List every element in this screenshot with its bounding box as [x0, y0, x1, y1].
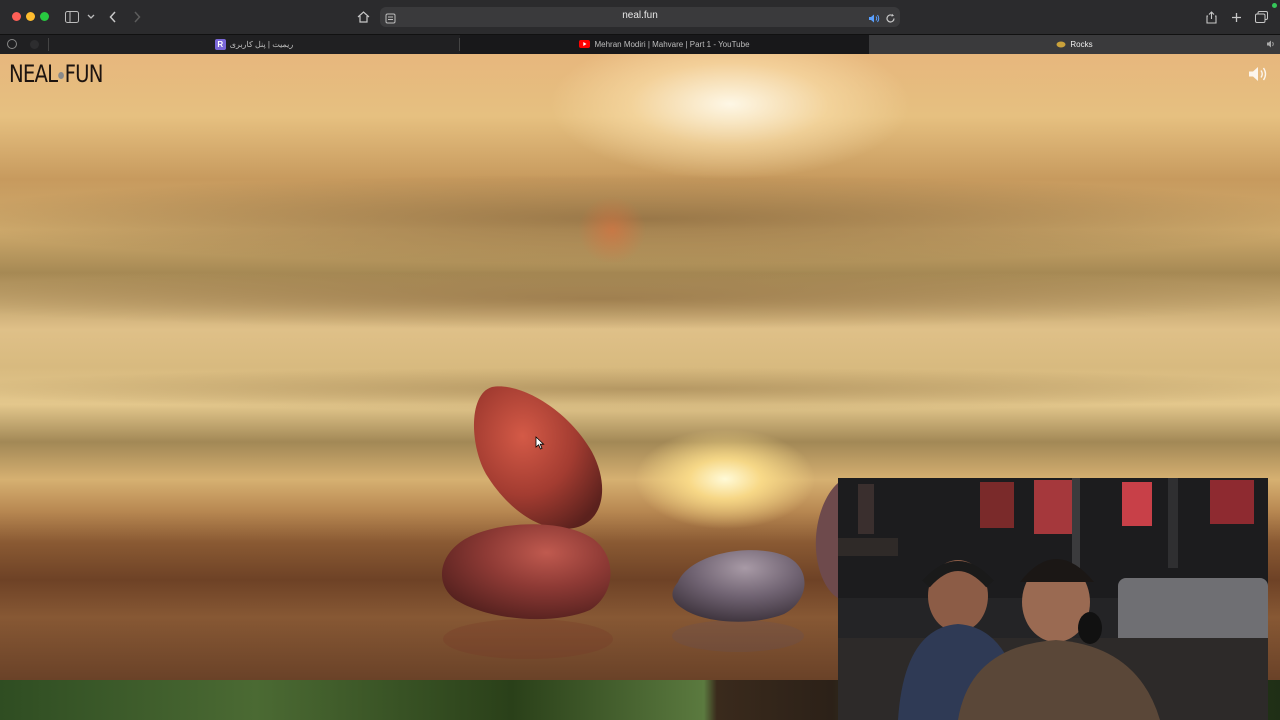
minimize-window-button[interactable] — [26, 12, 35, 21]
browser-toolbar: neal.fun — [0, 0, 1280, 34]
webcam-feed — [838, 478, 1268, 720]
tab-overview-icon[interactable] — [1253, 8, 1269, 26]
zoom-window-button[interactable] — [40, 12, 49, 21]
forward-icon[interactable] — [130, 8, 144, 26]
tab-label: ریمیت | پنل کاربری — [229, 40, 294, 49]
pinned-tab-icon-2[interactable] — [30, 40, 39, 49]
speaker-icon[interactable] — [1248, 66, 1268, 87]
tab-speaker-icon[interactable] — [1266, 39, 1276, 51]
rock-favicon-icon — [1056, 40, 1066, 50]
home-icon[interactable] — [355, 8, 371, 26]
tab-bar: R ریمیت | پنل کاربری Mehran Modiri | Mah… — [0, 34, 1280, 54]
sidebar-icon[interactable] — [64, 8, 80, 26]
back-icon[interactable] — [106, 8, 120, 26]
logo-text-left: NEAL — [9, 60, 58, 88]
rock-grey[interactable] — [668, 542, 810, 622]
address-bar[interactable]: neal.fun — [380, 7, 900, 27]
tab-rocks[interactable]: Rocks — [869, 35, 1280, 54]
tab-label: Mehran Modiri | Mahvare | Part 1 - YouTu… — [594, 40, 750, 49]
close-window-button[interactable] — [12, 12, 21, 21]
rock-top[interactable] — [468, 382, 608, 532]
new-tab-icon[interactable] — [1228, 8, 1244, 26]
pinned-tab-icon[interactable] — [7, 39, 17, 49]
status-dot — [1272, 3, 1277, 8]
remit-favicon-icon: R — [214, 39, 226, 50]
audio-icon[interactable] — [868, 11, 880, 29]
share-icon[interactable] — [1203, 8, 1219, 26]
site-logo[interactable]: NEAL FUN — [9, 60, 103, 88]
logo-dot — [58, 71, 64, 79]
tab-label: Rocks — [1070, 40, 1093, 49]
reload-icon[interactable] — [885, 11, 896, 29]
url-text: neal.fun — [622, 10, 658, 21]
rock-reflections — [443, 619, 804, 659]
chevron-down-icon[interactable] — [86, 8, 96, 26]
tab-remit[interactable]: R ریمیت | پنل کاربری — [49, 35, 459, 54]
youtube-icon — [579, 39, 591, 50]
cursor-icon — [535, 436, 545, 455]
rock-bottom-left[interactable] — [440, 516, 616, 620]
webcam-overlay — [838, 478, 1268, 720]
tab-youtube[interactable]: Mehran Modiri | Mahvare | Part 1 - YouTu… — [460, 35, 869, 54]
logo-text-right: FUN — [64, 60, 104, 88]
